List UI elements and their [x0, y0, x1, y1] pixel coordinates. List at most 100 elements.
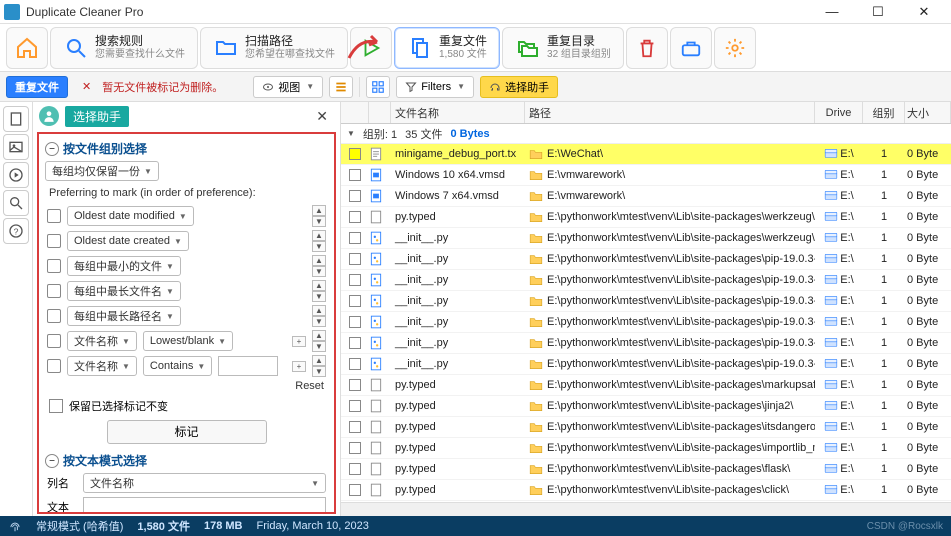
maximize-button[interactable]: ☐: [855, 0, 901, 24]
rule-checkbox[interactable]: [47, 284, 61, 298]
table-row[interactable]: py.typedE:\pythonwork\mtest\venv\Lib\sit…: [341, 375, 951, 396]
assistant-close-button[interactable]: ✕: [310, 106, 334, 127]
col-drive[interactable]: Drive: [815, 102, 863, 123]
row-checkbox[interactable]: [349, 421, 361, 433]
move-up-button[interactable]: ▲: [312, 355, 326, 366]
rule-dropdown[interactable]: 每组中最小的文件▼: [67, 256, 181, 276]
row-checkbox[interactable]: [349, 295, 361, 307]
row-checkbox[interactable]: [349, 400, 361, 412]
list-view-button[interactable]: [329, 76, 353, 98]
view-dropdown[interactable]: 视图▼: [253, 76, 323, 98]
scan-now-button[interactable]: [350, 27, 392, 69]
lowest-blank-dropdown[interactable]: Lowest/blank▼: [143, 331, 233, 351]
group-select-header[interactable]: – 按文件组别选择: [45, 140, 328, 157]
contains-dropdown[interactable]: Contains▼: [143, 356, 212, 376]
rule-dropdown[interactable]: 每组中最长文件名▼: [67, 281, 181, 301]
rule-checkbox[interactable]: [47, 259, 61, 273]
col-group[interactable]: 组别: [863, 102, 905, 123]
row-checkbox[interactable]: [349, 211, 361, 223]
keep-one-dropdown[interactable]: 每组均仅保留一份▼: [45, 161, 159, 181]
move-up-button[interactable]: ▲: [312, 305, 326, 316]
filename-dropdown-2[interactable]: 文件名称▼: [67, 356, 137, 376]
tools-button[interactable]: [670, 27, 712, 69]
dup-files-button[interactable]: 重复文件: [6, 76, 68, 98]
move-up-button[interactable]: ▲: [312, 330, 326, 341]
duplicate-files-tab[interactable]: 重复文件 1,580 文件: [394, 27, 500, 69]
row-checkbox[interactable]: [349, 253, 361, 265]
col-size[interactable]: 大小: [905, 102, 951, 123]
table-row[interactable]: py.typedE:\pythonwork\mtest\venv\Lib\sit…: [341, 207, 951, 228]
assistant-button[interactable]: 选择助手: [480, 76, 558, 98]
table-row[interactable]: __init__.pyE:\pythonwork\mtest\venv\Lib\…: [341, 291, 951, 312]
table-row[interactable]: Windows 7 x64.vmsdE:\vmwarework\E:\10 By…: [341, 186, 951, 207]
delete-button[interactable]: [626, 27, 668, 69]
duplicate-dirs-tab[interactable]: 重复目录 32 组目录组别: [502, 27, 624, 69]
move-up-button[interactable]: ▲: [312, 205, 326, 216]
col-path[interactable]: 路径: [525, 102, 815, 123]
minimize-button[interactable]: —: [809, 0, 855, 24]
table-row[interactable]: py.typedE:\pythonwork\mtest\venv\Lib\sit…: [341, 417, 951, 438]
row-checkbox[interactable]: [349, 232, 361, 244]
scan-path-tab[interactable]: 扫描路径 您希望在哪查找文件: [200, 27, 348, 69]
move-down-button[interactable]: ▼: [312, 341, 326, 352]
move-up-button[interactable]: ▲: [312, 230, 326, 241]
reset-link[interactable]: Reset: [49, 380, 324, 392]
text-mode-header[interactable]: – 按文本模式选择: [45, 452, 328, 469]
row-checkbox[interactable]: [349, 274, 361, 286]
table-row[interactable]: py.typedE:\pythonwork\mtest\venv\Lib\sit…: [341, 438, 951, 459]
filename-dropdown-1[interactable]: 文件名称▼: [67, 331, 137, 351]
table-row[interactable]: Windows 10 x64.vmsdE:\vmwarework\E:\10 B…: [341, 165, 951, 186]
row-checkbox[interactable]: [349, 148, 361, 160]
move-down-button[interactable]: ▼: [312, 291, 326, 302]
home-button[interactable]: [6, 27, 48, 69]
table-row[interactable]: __init__.pyE:\pythonwork\mtest\venv\Lib\…: [341, 228, 951, 249]
text-input[interactable]: [83, 497, 326, 514]
rule-dropdown[interactable]: 每组中最长路径名▼: [67, 306, 181, 326]
move-down-button[interactable]: ▼: [312, 366, 326, 377]
row-checkbox[interactable]: [349, 463, 361, 475]
grid-view-button[interactable]: [366, 76, 390, 98]
horizontal-scrollbar[interactable]: [341, 502, 951, 516]
row-checkbox[interactable]: [349, 358, 361, 370]
rule-checkbox[interactable]: [47, 334, 61, 348]
row-checkbox[interactable]: [349, 337, 361, 349]
rule-checkbox[interactable]: [47, 309, 61, 323]
row-checkbox[interactable]: [349, 442, 361, 454]
sidebar-image-icon[interactable]: [3, 134, 29, 160]
rule-checkbox[interactable]: [47, 234, 61, 248]
column-dropdown[interactable]: 文件名称▼: [83, 473, 326, 493]
sidebar-files-icon[interactable]: [3, 106, 29, 132]
rule-dropdown[interactable]: Oldest date created▼: [67, 231, 189, 251]
search-rules-tab[interactable]: 搜索规则 您需要查找什么文件: [50, 27, 198, 69]
table-row[interactable]: __init__.pyE:\pythonwork\mtest\venv\Lib\…: [341, 333, 951, 354]
row-checkbox[interactable]: [349, 169, 361, 181]
sidebar-play-icon[interactable]: [3, 162, 29, 188]
table-row[interactable]: __init__.pyE:\pythonwork\mtest\venv\Lib\…: [341, 354, 951, 375]
sidebar-search-icon[interactable]: [3, 190, 29, 216]
move-down-button[interactable]: ▼: [312, 266, 326, 277]
row-checkbox[interactable]: [349, 190, 361, 202]
table-row[interactable]: __init__.pyE:\pythonwork\mtest\venv\Lib\…: [341, 249, 951, 270]
close-button[interactable]: ✕: [901, 0, 947, 24]
add-button[interactable]: +: [292, 361, 306, 372]
rule-checkbox[interactable]: [47, 209, 61, 223]
col-name[interactable]: 文件名称: [391, 102, 525, 123]
group-header-row[interactable]: ▼ 组别: 1 35 文件 0 Bytes: [341, 124, 951, 144]
table-row[interactable]: py.typedE:\pythonwork\mtest\venv\Lib\sit…: [341, 459, 951, 480]
filters-dropdown[interactable]: Filters▼: [396, 76, 474, 98]
move-down-button[interactable]: ▼: [312, 216, 326, 227]
row-checkbox[interactable]: [349, 316, 361, 328]
move-up-button[interactable]: ▲: [312, 280, 326, 291]
move-down-button[interactable]: ▼: [312, 241, 326, 252]
move-down-button[interactable]: ▼: [312, 316, 326, 327]
table-row[interactable]: minigame_debug_port.txE:\WeChat\E:\10 By…: [341, 144, 951, 165]
row-checkbox[interactable]: [349, 379, 361, 391]
rule-dropdown[interactable]: Oldest date modified▼: [67, 206, 194, 226]
rule-checkbox[interactable]: [47, 359, 61, 373]
keep-marks-checkbox[interactable]: [49, 399, 63, 413]
add-button[interactable]: +: [292, 336, 306, 347]
table-row[interactable]: py.typedE:\pythonwork\mtest\venv\Lib\sit…: [341, 480, 951, 501]
sidebar-help-icon[interactable]: ?: [3, 218, 29, 244]
table-row[interactable]: __init__.pyE:\pythonwork\mtest\venv\Lib\…: [341, 312, 951, 333]
table-row[interactable]: __init__.pyE:\pythonwork\mtest\venv\Lib\…: [341, 270, 951, 291]
